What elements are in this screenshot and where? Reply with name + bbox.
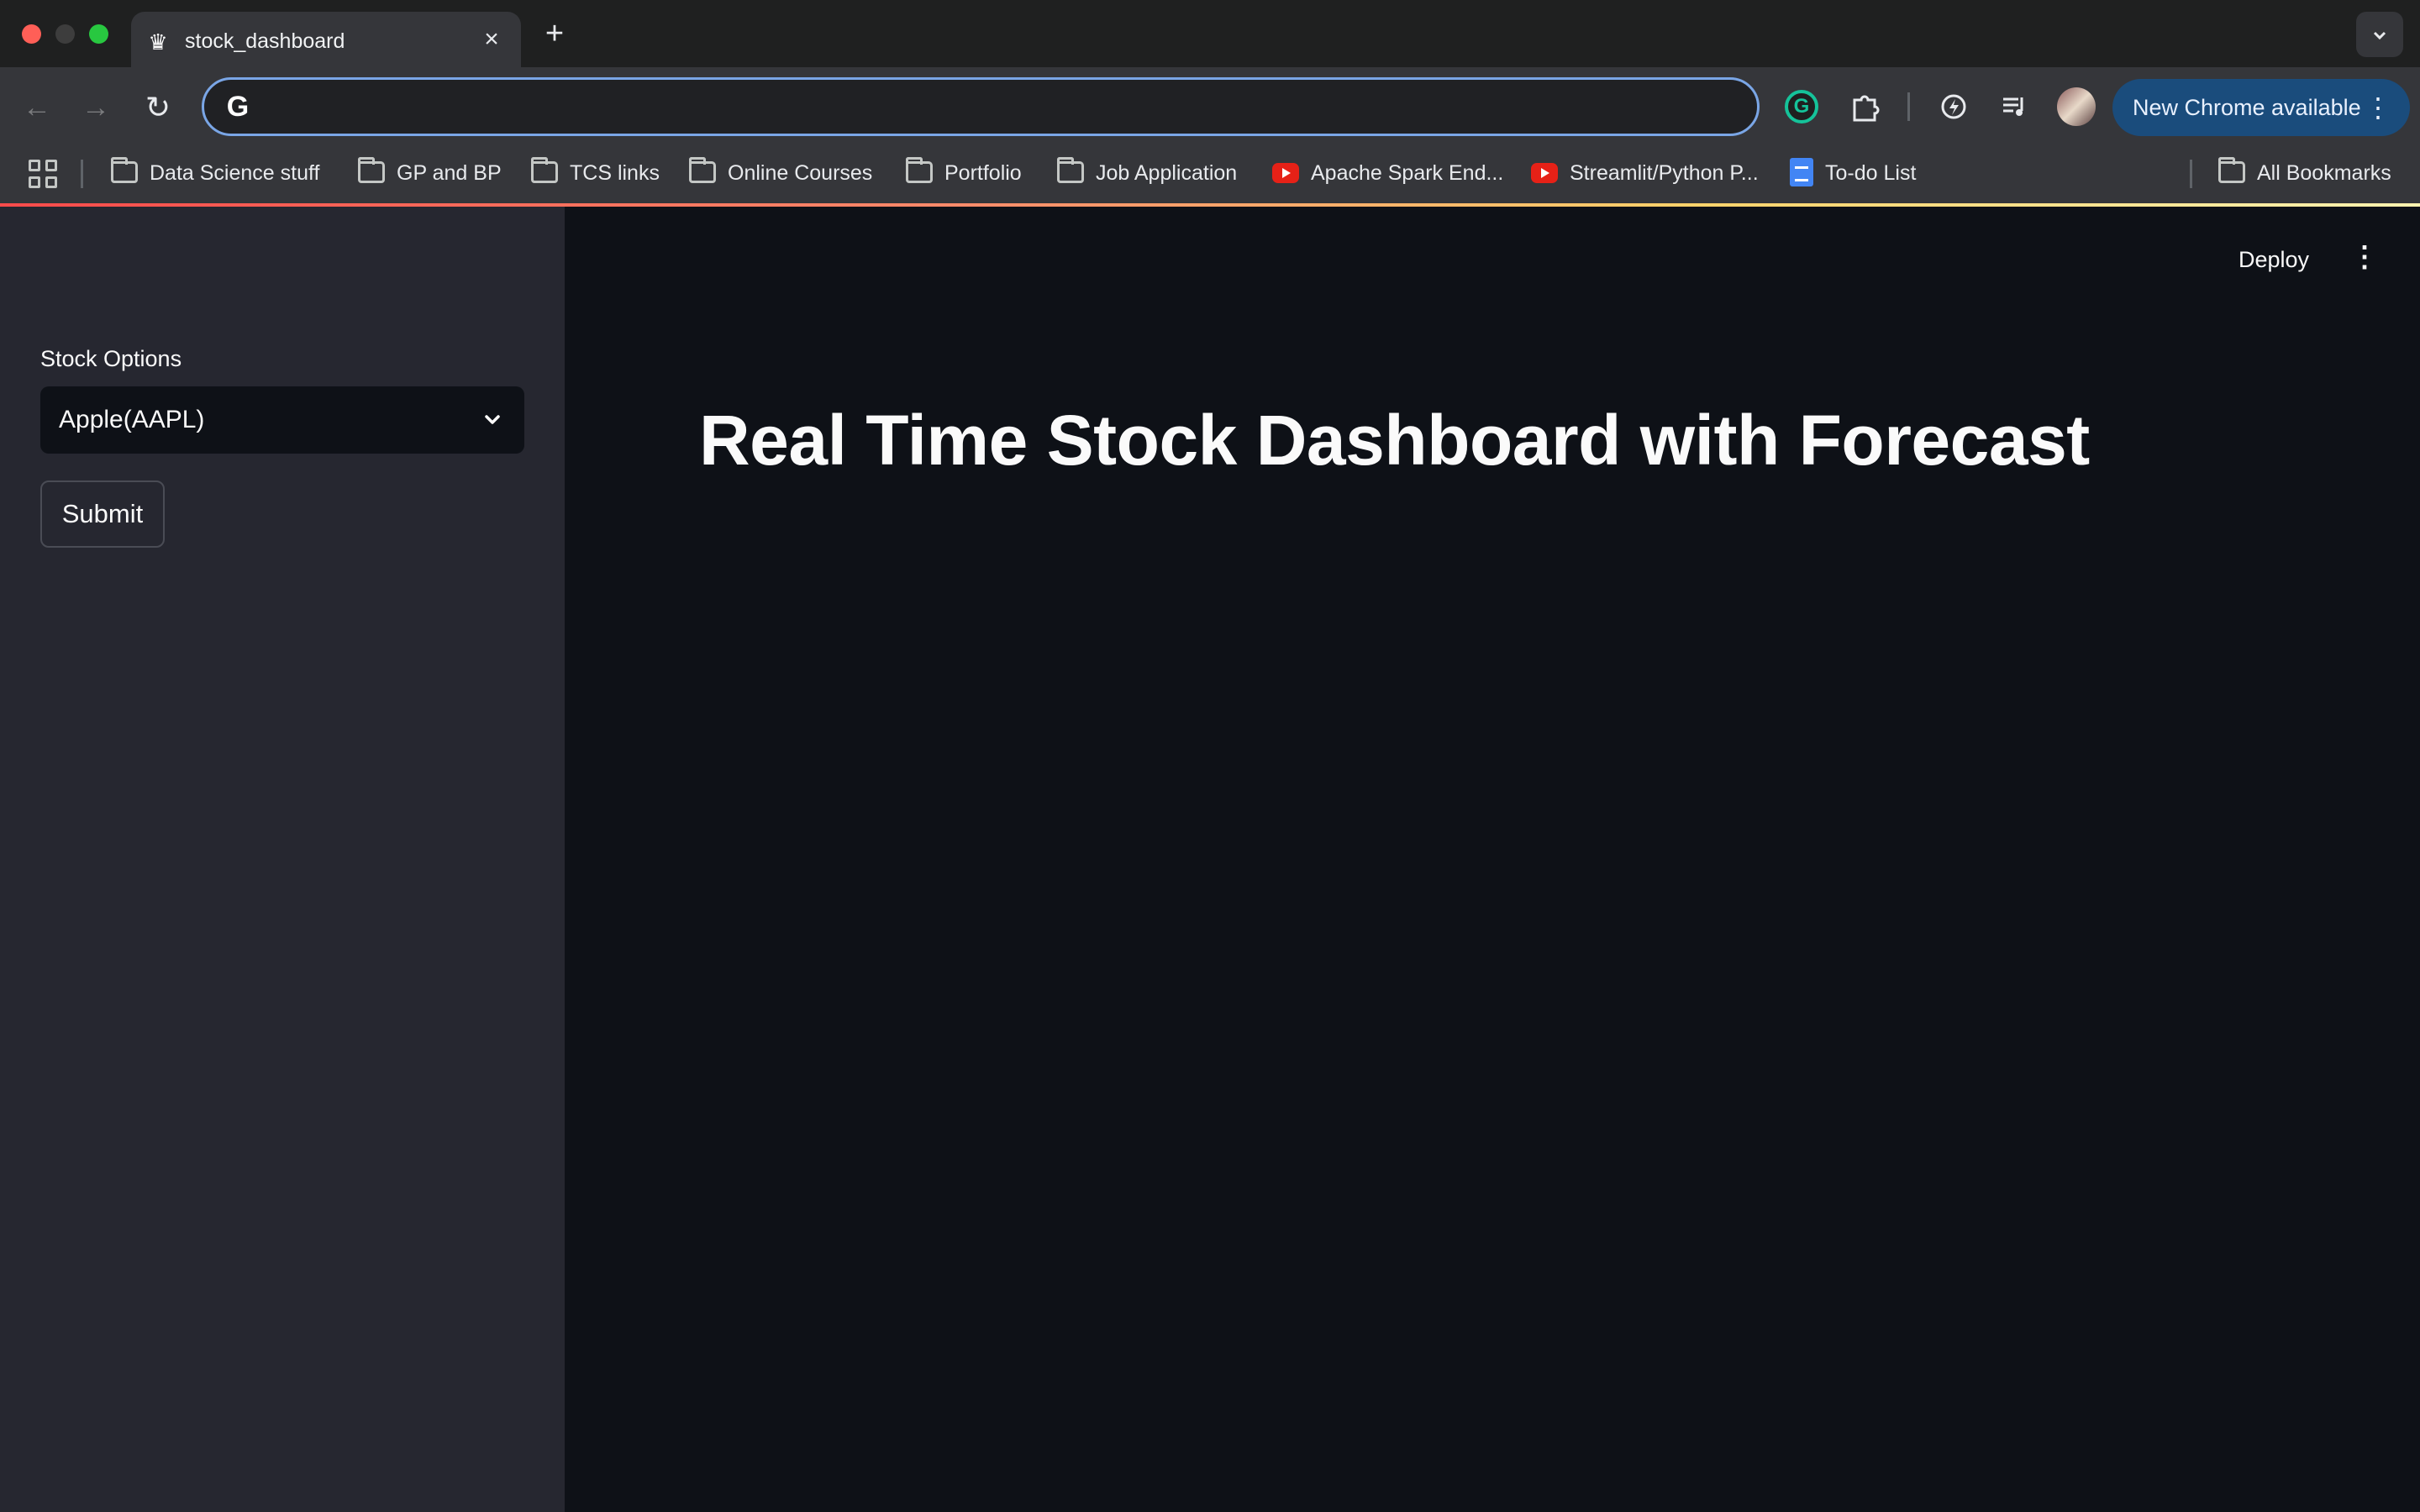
chevron-down-icon	[485, 415, 500, 424]
bookmark-label: To-do List	[1825, 161, 1917, 185]
sidebar: Stock Options Apple(AAPL) Submit	[0, 207, 565, 1512]
folder-icon	[689, 157, 716, 183]
toolbar-divider	[1907, 92, 1910, 121]
tab-title: stock_dashboard	[185, 29, 345, 53]
address-bar[interactable]: G	[202, 77, 1760, 136]
new-tab-button[interactable]: +	[538, 17, 571, 50]
tab-search-button[interactable]	[2356, 12, 2403, 57]
google-icon: G	[226, 91, 250, 123]
folder-icon	[906, 157, 933, 183]
deploy-button[interactable]: Deploy	[2238, 247, 2309, 273]
bookmark-tcs-links[interactable]: TCS links	[531, 156, 660, 190]
folder-icon	[358, 157, 385, 183]
window-maximize-button[interactable]	[89, 24, 108, 44]
all-bookmarks-label: All Bookmarks	[2257, 161, 2391, 185]
folder-icon	[1057, 157, 1084, 183]
puzzle-icon	[1853, 95, 1880, 122]
bookmark-label: Job Application	[1096, 161, 1238, 185]
stock-options-select[interactable]: Apple(AAPL)	[40, 386, 524, 454]
chevron-down-icon	[2373, 32, 2386, 40]
update-label: New Chrome available	[2133, 95, 2361, 120]
apps-grid-icon[interactable]	[29, 160, 57, 188]
profile-avatar[interactable]	[2057, 87, 2096, 126]
bookmark-label: GP and BP	[397, 161, 502, 185]
reload-button[interactable]: ↻	[138, 87, 178, 128]
performance-button[interactable]	[1934, 87, 1973, 126]
youtube-icon	[1531, 163, 1558, 183]
back-button[interactable]: ←	[17, 87, 57, 128]
bookmarks-divider	[81, 160, 83, 188]
stock-options-label: Stock Options	[40, 346, 182, 371]
grammarly-icon: G	[1785, 90, 1818, 123]
main-content: Deploy ⋮ Real Time Stock Dashboard with …	[565, 207, 2420, 1512]
new-chrome-available-button[interactable]: New Chrome available ⋮	[2112, 79, 2410, 136]
crown-icon: ♛	[145, 29, 171, 55]
window-minimize-button[interactable]	[55, 24, 75, 44]
address-input[interactable]	[268, 87, 1730, 127]
submit-button[interactable]: Submit	[40, 480, 165, 548]
bookmark-data-science-stuff[interactable]: Data Science stuff	[111, 156, 319, 190]
lightning-icon	[1941, 94, 1966, 119]
bookmark-gp-and-bp[interactable]: GP and BP	[358, 156, 502, 190]
window-close-button[interactable]	[22, 24, 41, 44]
bookmark-portfolio[interactable]: Portfolio	[906, 156, 1022, 190]
bookmark-apache-spark[interactable]: Apache Spark End...	[1272, 156, 1503, 190]
folder-icon	[531, 157, 558, 183]
bookmark-label: Apache Spark End...	[1311, 161, 1504, 185]
bookmarks-divider	[2190, 160, 2192, 188]
bookmark-job-application[interactable]: Job Application	[1057, 156, 1237, 190]
folder-icon	[2218, 157, 2245, 183]
youtube-icon	[1272, 163, 1299, 183]
folder-icon	[111, 157, 138, 183]
bookmark-online-courses[interactable]: Online Courses	[689, 156, 872, 190]
bookmark-label: Data Science stuff	[150, 161, 320, 185]
extensions-button[interactable]	[1845, 87, 1884, 126]
media-controls-button[interactable]	[1995, 87, 2033, 126]
forward-button[interactable]: →	[76, 87, 116, 128]
playlist-icon	[2003, 97, 2023, 116]
all-bookmarks-button[interactable]: All Bookmarks	[2218, 156, 2391, 190]
main-menu-icon[interactable]: ⋮	[2348, 240, 2381, 274]
bookmark-to-do-list[interactable]: To-do List	[1790, 156, 1916, 190]
tab-close-icon[interactable]: ×	[477, 25, 506, 54]
page-title: Real Time Stock Dashboard with Forecast	[699, 401, 2090, 480]
bookmark-streamlit-python[interactable]: Streamlit/Python P...	[1531, 156, 1759, 190]
grammarly-extension-button[interactable]: G	[1782, 87, 1821, 126]
more-vert-icon: ⋮	[2365, 92, 2391, 123]
tab-strip: ♛ stock_dashboard × +	[0, 0, 2420, 67]
google-docs-icon	[1790, 158, 1813, 186]
bookmark-label: Online Courses	[728, 161, 873, 185]
bookmark-label: TCS links	[570, 161, 660, 185]
select-value: Apple(AAPL)	[59, 406, 205, 433]
browser-tab[interactable]: ♛ stock_dashboard ×	[131, 12, 521, 67]
bookmark-label: Streamlit/Python P...	[1570, 161, 1759, 185]
bookmark-label: Portfolio	[944, 161, 1022, 185]
